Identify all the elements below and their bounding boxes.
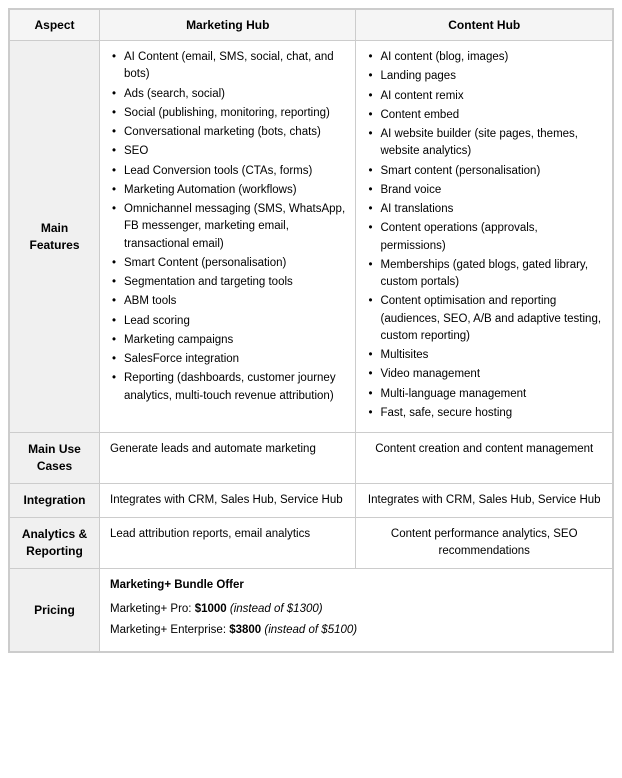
content-hub-analytics: Content performance analytics, SEO recom…	[356, 517, 613, 569]
list-item: Landing pages	[366, 68, 602, 85]
list-item: Lead scoring	[110, 313, 345, 330]
table-row-analytics: Analytics & Reporting Lead attribution r…	[10, 517, 613, 569]
pricing-pro-price: $1000	[195, 603, 227, 615]
list-item: SEO	[110, 143, 345, 160]
list-item: AI website builder (site pages, themes, …	[366, 126, 602, 161]
content-hub-integration: Integrates with CRM, Sales Hub, Service …	[356, 483, 613, 517]
aspect-integration: Integration	[10, 483, 100, 517]
pricing-enterprise-price: $3800	[229, 624, 261, 636]
list-item: Lead Conversion tools (CTAs, forms)	[110, 163, 345, 180]
aspect-pricing: Pricing	[10, 569, 100, 652]
header-aspect: Aspect	[10, 10, 100, 41]
list-item: Multi-language management	[366, 386, 602, 403]
list-item: AI content remix	[366, 88, 602, 105]
list-item: Omnichannel messaging (SMS, WhatsApp, FB…	[110, 201, 345, 253]
list-item: Reporting (dashboards, customer journey …	[110, 370, 345, 405]
aspect-analytics: Analytics & Reporting	[10, 517, 100, 569]
list-item: AI Content (email, SMS, social, chat, an…	[110, 49, 345, 84]
table-row-use-cases: Main Use Cases Generate leads and automa…	[10, 433, 613, 484]
pricing-pro-original: (instead of $1300)	[227, 603, 323, 615]
marketing-hub-analytics: Lead attribution reports, email analytic…	[100, 517, 356, 569]
list-item: Smart content (personalisation)	[366, 163, 602, 180]
aspect-main-features: MainFeatures	[10, 41, 100, 433]
pricing-enterprise-label: Marketing+ Enterprise:	[110, 624, 229, 636]
table-row-pricing: Pricing Marketing+ Bundle Offer Marketin…	[10, 569, 613, 652]
table-row-main-features: MainFeatures AI Content (email, SMS, soc…	[10, 41, 613, 433]
list-item: Content operations (approvals, permissio…	[366, 220, 602, 255]
list-item: AI content (blog, images)	[366, 49, 602, 66]
list-item: Multisites	[366, 347, 602, 364]
pricing-content: Marketing+ Bundle Offer Marketing+ Pro: …	[100, 569, 613, 652]
pricing-bundle-title: Marketing+ Bundle Offer	[110, 577, 602, 594]
table-row-integration: Integration Integrates with CRM, Sales H…	[10, 483, 613, 517]
marketing-use-cases-text: Generate leads and automate marketing	[110, 443, 316, 455]
aspect-use-cases: Main Use Cases	[10, 433, 100, 484]
list-item: Content optimisation and reporting (audi…	[366, 293, 602, 345]
pricing-enterprise-original: (instead of $5100)	[261, 624, 357, 636]
content-hub-use-cases: Content creation and content management	[356, 433, 613, 484]
content-integration-text: Integrates with CRM, Sales Hub, Service …	[368, 494, 601, 506]
list-item: Memberships (gated blogs, gated library,…	[366, 257, 602, 292]
marketing-features-list: AI Content (email, SMS, social, chat, an…	[110, 49, 345, 405]
list-item: Content embed	[366, 107, 602, 124]
list-item: Marketing campaigns	[110, 332, 345, 349]
list-item: Segmentation and targeting tools	[110, 274, 345, 291]
header-content-hub: Content Hub	[356, 10, 613, 41]
list-item: AI translations	[366, 201, 602, 218]
list-item: Conversational marketing (bots, chats)	[110, 124, 345, 141]
comparison-table-wrapper: Aspect Marketing Hub Content Hub MainFea…	[8, 8, 614, 653]
list-item: Social (publishing, monitoring, reportin…	[110, 105, 345, 122]
marketing-hub-main-features: AI Content (email, SMS, social, chat, an…	[100, 41, 356, 433]
list-item: Smart Content (personalisation)	[110, 255, 345, 272]
content-hub-main-features: AI content (blog, images) Landing pages AI…	[356, 41, 613, 433]
pricing-enterprise-line: Marketing+ Enterprise: $3800 (instead of…	[110, 622, 602, 639]
list-item: Marketing Automation (workflows)	[110, 182, 345, 199]
list-item: Brand voice	[366, 182, 602, 199]
content-features-list: AI content (blog, images) Landing pages AI…	[366, 49, 602, 422]
marketing-hub-integration: Integrates with CRM, Sales Hub, Service …	[100, 483, 356, 517]
list-item: SalesForce integration	[110, 351, 345, 368]
list-item: Fast, safe, secure hosting	[366, 405, 602, 422]
list-item: Ads (search, social)	[110, 86, 345, 103]
list-item: Video management	[366, 366, 602, 383]
content-analytics-text: Content performance analytics, SEO recom…	[391, 528, 578, 557]
header-marketing-hub: Marketing Hub	[100, 10, 356, 41]
content-use-cases-text: Content creation and content management	[375, 443, 593, 455]
marketing-analytics-text: Lead attribution reports, email analytic…	[110, 528, 310, 540]
comparison-table: Aspect Marketing Hub Content Hub MainFea…	[9, 9, 613, 652]
marketing-hub-use-cases: Generate leads and automate marketing	[100, 433, 356, 484]
pricing-pro-line: Marketing+ Pro: $1000 (instead of $1300)	[110, 601, 602, 618]
pricing-pro-label: Marketing+ Pro:	[110, 603, 195, 615]
marketing-integration-text: Integrates with CRM, Sales Hub, Service …	[110, 494, 343, 506]
list-item: ABM tools	[110, 293, 345, 310]
